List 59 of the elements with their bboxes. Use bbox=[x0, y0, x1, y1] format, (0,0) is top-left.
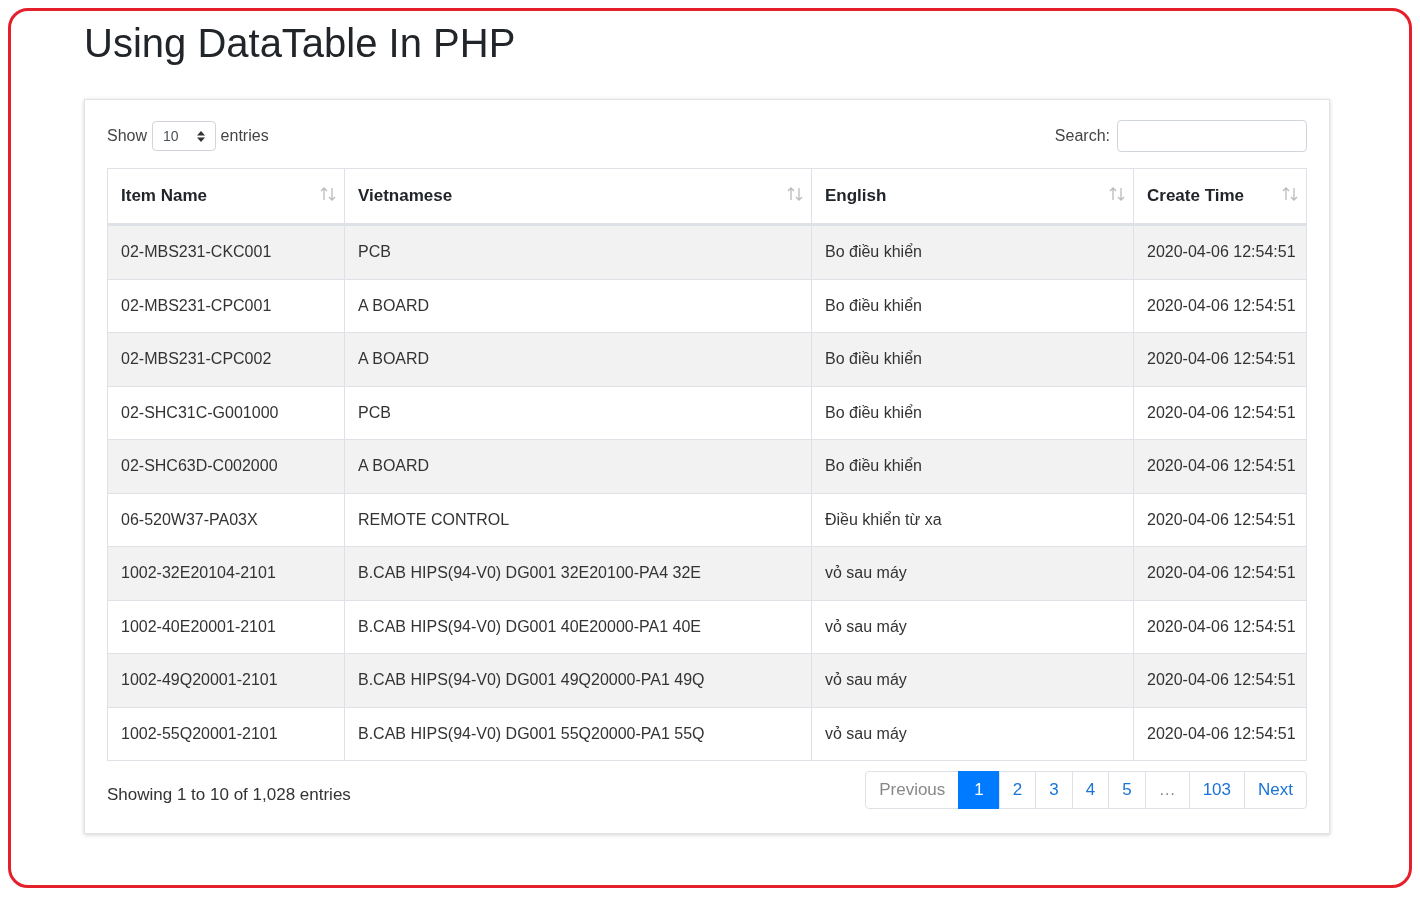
table-cell: 06-520W37-PA03X bbox=[107, 493, 345, 547]
search-label: Search: bbox=[1054, 127, 1110, 145]
table-cell: 2020-04-06 12:54:51 bbox=[1133, 439, 1307, 493]
table-cell: PCB bbox=[344, 224, 812, 279]
table-cell: B.CAB HIPS(94-V0) DG001 40E20000-PA1 40E bbox=[344, 600, 812, 654]
table-cell: 2020-04-06 12:54:51 bbox=[1133, 332, 1307, 386]
pagination-button[interactable]: 4 bbox=[1071, 771, 1110, 809]
table-cell: 02-MBS231-CPC002 bbox=[107, 332, 345, 386]
table-cell: A BOARD bbox=[344, 279, 812, 333]
table-cell: 2020-04-06 12:54:51 bbox=[1133, 279, 1307, 333]
table-cell: 2020-04-06 12:54:51 bbox=[1133, 493, 1307, 547]
table-cell: 1002-49Q20001-2101 bbox=[107, 653, 345, 707]
table-cell: Bo điều khiển bbox=[811, 386, 1134, 440]
table-cell: Bo điều khiển bbox=[811, 439, 1134, 493]
table-cell: Bo điều khiển bbox=[811, 224, 1134, 279]
table-cell: A BOARD bbox=[344, 332, 812, 386]
table-cell: 02-SHC31C-G001000 bbox=[107, 386, 345, 440]
table-cell: Bo điều khiển bbox=[811, 279, 1134, 333]
table-cell: 2020-04-06 12:54:51 bbox=[1133, 546, 1307, 600]
table-cell: vỏ sau máy bbox=[811, 707, 1134, 761]
sort-icon bbox=[787, 187, 803, 201]
table-cell: 2020-04-06 12:54:51 bbox=[1133, 653, 1307, 707]
table-cell: Bo điều khiển bbox=[811, 332, 1134, 386]
sort-icon bbox=[1109, 187, 1125, 201]
up-down-caret-icon bbox=[196, 130, 205, 142]
table-cell: 1002-40E20001-2101 bbox=[107, 600, 345, 654]
pagination-button[interactable]: 103 bbox=[1188, 771, 1246, 809]
table-cell: PCB bbox=[344, 386, 812, 440]
table-cell: vỏ sau máy bbox=[811, 546, 1134, 600]
table-cell: 2020-04-06 12:54:51 bbox=[1133, 707, 1307, 761]
table-cell: 2020-04-06 12:54:51 bbox=[1133, 224, 1307, 279]
search-field[interactable] bbox=[1117, 120, 1307, 152]
table-cell: 2020-04-06 12:54:51 bbox=[1133, 386, 1307, 440]
sort-icon bbox=[1282, 187, 1298, 201]
page-title: Using DataTable In PHP bbox=[84, 20, 516, 67]
table-cell: 02-MBS231-CKC001 bbox=[107, 224, 345, 279]
pagination-button[interactable]: Next bbox=[1244, 771, 1307, 809]
table-cell: B.CAB HIPS(94-V0) DG001 32E20100-PA4 32E bbox=[344, 546, 812, 600]
table-cell: Điều khiển từ xa bbox=[811, 493, 1134, 547]
table-cell: REMOTE CONTROL bbox=[344, 493, 812, 547]
pagination-button[interactable]: 5 bbox=[1108, 771, 1146, 809]
table-cell: B.CAB HIPS(94-V0) DG001 49Q20000-PA1 49Q bbox=[344, 653, 812, 707]
table-cell: 02-MBS231-CPC001 bbox=[107, 279, 345, 333]
pagination-button[interactable]: 2 bbox=[998, 771, 1037, 809]
table-cell: A BOARD bbox=[344, 439, 812, 493]
table-cell: vỏ sau máy bbox=[811, 600, 1134, 654]
table-cell: 2020-04-06 12:54:51 bbox=[1133, 600, 1307, 654]
pagination-button[interactable]: 1 bbox=[958, 771, 1000, 809]
pagination-button[interactable]: 3 bbox=[1035, 771, 1073, 809]
entries-select[interactable]: 10 bbox=[152, 121, 216, 151]
entries-info: Showing 1 to 10 of 1,028 entries bbox=[107, 785, 351, 805]
table-cell: 02-SHC63D-C002000 bbox=[107, 439, 345, 493]
table-cell: vỏ sau máy bbox=[811, 653, 1134, 707]
show-label: Show bbox=[107, 127, 148, 145]
sort-icon bbox=[320, 187, 336, 201]
entries-label: entries bbox=[220, 127, 269, 145]
table-cell: B.CAB HIPS(94-V0) DG001 55Q20000-PA1 55Q bbox=[344, 707, 812, 761]
table-cell: 1002-32E20104-2101 bbox=[107, 546, 345, 600]
table-cell: 1002-55Q20001-2101 bbox=[107, 707, 345, 761]
